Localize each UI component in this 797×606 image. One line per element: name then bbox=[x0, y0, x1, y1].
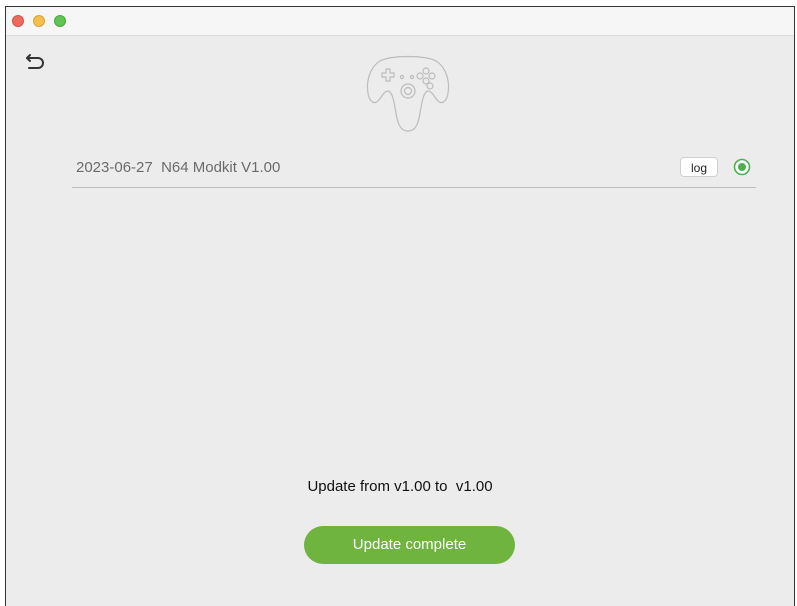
window-maximize-button[interactable] bbox=[54, 15, 66, 27]
firmware-list-item[interactable]: 2023-06-27 N64 Modkit V1.00 log bbox=[72, 151, 756, 188]
log-button[interactable]: log bbox=[680, 157, 718, 177]
app-window: 2023-06-27 N64 Modkit V1.00 log Update f… bbox=[5, 6, 795, 606]
n64-controller-icon bbox=[366, 51, 450, 133]
back-button[interactable] bbox=[24, 51, 48, 73]
update-complete-button[interactable]: Update complete bbox=[304, 526, 515, 564]
firmware-radio-button[interactable] bbox=[732, 157, 752, 177]
window-minimize-button[interactable] bbox=[33, 15, 45, 27]
update-status-text: Update from v1.00 to v1.00 bbox=[307, 478, 493, 495]
radio-selected-icon bbox=[733, 158, 751, 176]
window-close-button[interactable] bbox=[12, 15, 24, 27]
undo-arrow-icon bbox=[26, 54, 44, 69]
firmware-label: 2023-06-27 N64 Modkit V1.00 bbox=[76, 159, 281, 176]
title-bar bbox=[6, 7, 794, 36]
